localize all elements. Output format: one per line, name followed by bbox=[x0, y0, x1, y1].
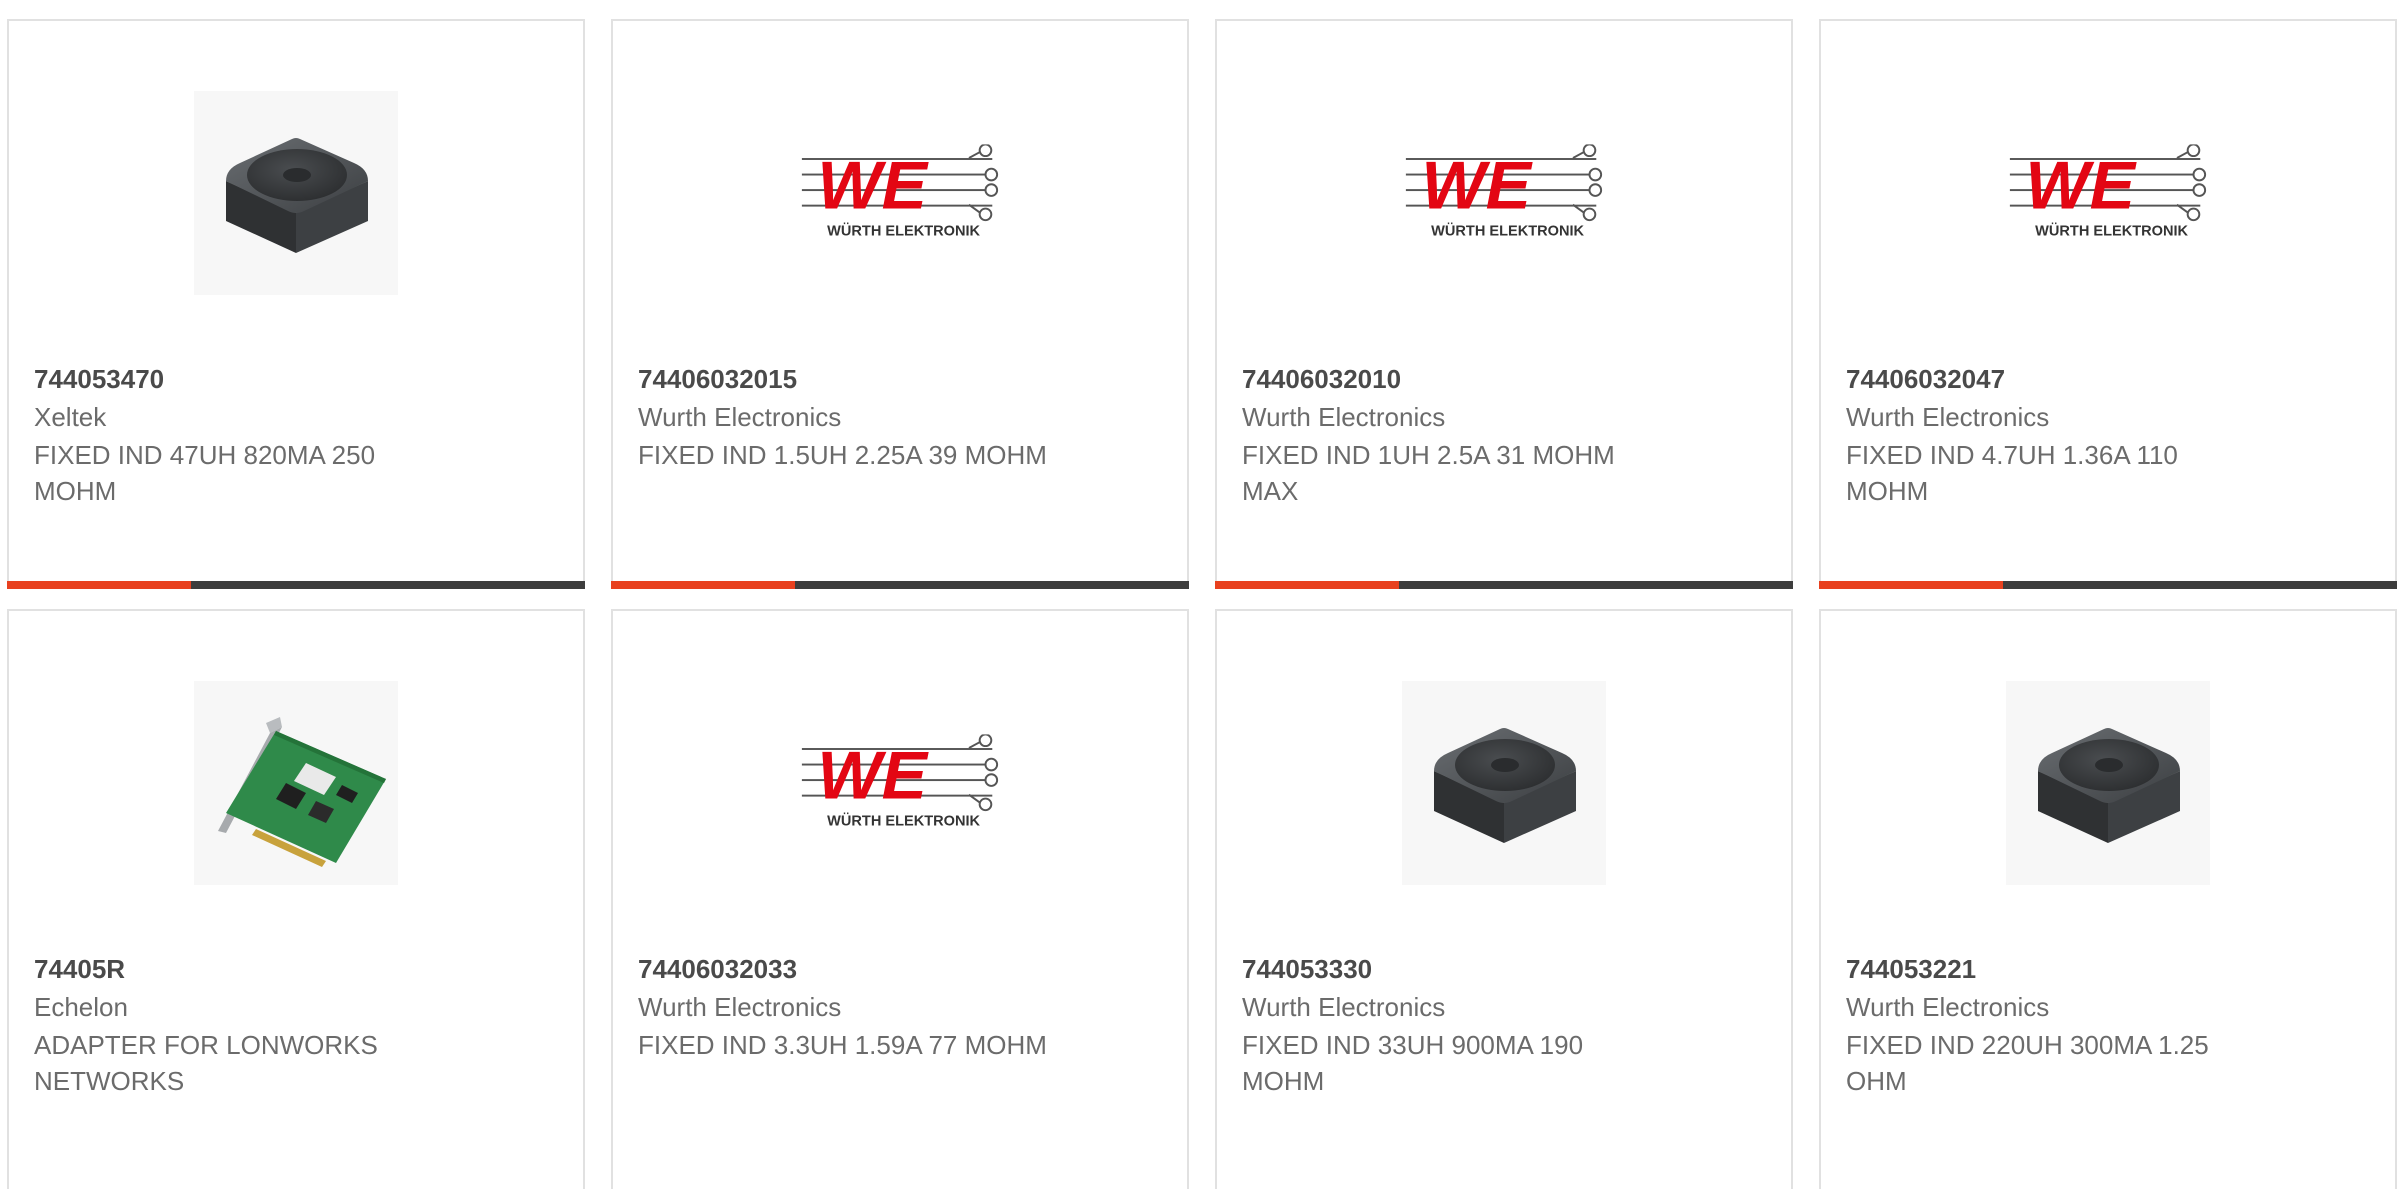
card-accent-bar bbox=[7, 581, 585, 589]
part-number[interactable]: 74406032047 bbox=[1846, 363, 2005, 395]
part-number[interactable]: 74406032010 bbox=[1242, 363, 1401, 395]
product-card[interactable]: 744053221 Wurth Electronics FIXED IND 22… bbox=[1819, 609, 2397, 1189]
manufacturer-name: Wurth Electronics bbox=[638, 992, 842, 1022]
product-description: FIXED IND 47UH 820MA 250 MOHM bbox=[34, 440, 376, 506]
manufacturer-name: Echelon bbox=[34, 992, 128, 1022]
logo-mark: WE bbox=[2025, 148, 2137, 224]
manufacturer-name: Wurth Electronics bbox=[1242, 402, 1446, 432]
logo-mark: WE bbox=[1421, 148, 1533, 224]
product-image: WE WÜRTH ELEKTRONIK bbox=[1402, 91, 1606, 295]
wurth-logo-icon: WE WÜRTH ELEKTRONIK bbox=[2006, 143, 2210, 240]
product-image: WE WÜRTH ELEKTRONIK bbox=[798, 91, 1002, 295]
logo-text: WÜRTH ELEKTRONIK bbox=[1431, 223, 1584, 240]
product-description: FIXED IND 1.5UH 2.25A 39 MOHM bbox=[638, 440, 1047, 470]
product-card[interactable]: WE WÜRTH ELEKTRONIK 74406032033 Wurth El… bbox=[611, 609, 1189, 1189]
product-card[interactable]: WE WÜRTH ELEKTRONIK 74406032010 Wurth El… bbox=[1215, 19, 1793, 589]
part-number[interactable]: 744053470 bbox=[34, 363, 164, 395]
manufacturer-name: Wurth Electronics bbox=[1846, 992, 2050, 1022]
product-grid: 744053470 Xeltek FIXED IND 47UH 820MA 25… bbox=[0, 0, 2400, 1189]
card-accent-fill bbox=[1819, 581, 2003, 589]
product-description: FIXED IND 220UH 300MA 1.25 OHM bbox=[1846, 1030, 2209, 1096]
card-accent-fill bbox=[7, 581, 191, 589]
product-card[interactable]: WE WÜRTH ELEKTRONIK 74406032047 Wurth El… bbox=[1819, 19, 2397, 589]
card-accent-bar bbox=[1819, 581, 2397, 589]
logo-mark: WE bbox=[817, 148, 929, 224]
product-card[interactable]: 744053470 Xeltek FIXED IND 47UH 820MA 25… bbox=[7, 19, 585, 589]
product-image bbox=[194, 91, 398, 295]
manufacturer-name: Xeltek bbox=[34, 402, 107, 432]
card-accent-bar bbox=[1215, 581, 1793, 589]
manufacturer-name: Wurth Electronics bbox=[1242, 992, 1446, 1022]
card-accent-fill bbox=[611, 581, 795, 589]
product-card[interactable]: WE WÜRTH ELEKTRONIK 74406032015 Wurth El… bbox=[611, 19, 1189, 589]
product-card[interactable]: 744053330 Wurth Electronics FIXED IND 33… bbox=[1215, 609, 1793, 1189]
manufacturer-name: Wurth Electronics bbox=[638, 402, 842, 432]
card-accent-fill bbox=[1215, 581, 1399, 589]
manufacturer-name: Wurth Electronics bbox=[1846, 402, 2050, 432]
product-description: ADAPTER FOR LONWORKS NETWORKS bbox=[34, 1030, 378, 1096]
part-number[interactable]: 74406032015 bbox=[638, 363, 797, 395]
product-image bbox=[1402, 681, 1606, 885]
product-description: FIXED IND 3.3UH 1.59A 77 MOHM bbox=[638, 1030, 1047, 1060]
part-number[interactable]: 74405R bbox=[34, 953, 125, 985]
logo-text: WÜRTH ELEKTRONIK bbox=[827, 813, 980, 830]
part-number[interactable]: 744053330 bbox=[1242, 953, 1372, 985]
wurth-logo-icon: WE WÜRTH ELEKTRONIK bbox=[1402, 143, 1606, 240]
inductor-icon bbox=[2008, 683, 2208, 883]
wurth-logo-icon: WE WÜRTH ELEKTRONIK bbox=[798, 733, 1002, 830]
pci-card-icon bbox=[196, 683, 396, 883]
product-card[interactable]: 74405R Echelon ADAPTER FOR LONWORKS NETW… bbox=[7, 609, 585, 1189]
product-description: FIXED IND 4.7UH 1.36A 110 MOHM bbox=[1846, 440, 2178, 506]
part-number[interactable]: 744053221 bbox=[1846, 953, 1976, 985]
part-number[interactable]: 74406032033 bbox=[638, 953, 797, 985]
inductor-icon bbox=[196, 93, 396, 293]
product-description: FIXED IND 1UH 2.5A 31 MOHM MAX bbox=[1242, 440, 1615, 506]
inductor-icon bbox=[1404, 683, 1604, 883]
card-accent-bar bbox=[611, 581, 1189, 589]
logo-text: WÜRTH ELEKTRONIK bbox=[2035, 223, 2188, 240]
logo-text: WÜRTH ELEKTRONIK bbox=[827, 223, 980, 240]
product-image: WE WÜRTH ELEKTRONIK bbox=[798, 681, 1002, 885]
product-description: FIXED IND 33UH 900MA 190 MOHM bbox=[1242, 1030, 1584, 1096]
product-image bbox=[194, 681, 398, 885]
logo-mark: WE bbox=[817, 738, 929, 814]
product-image: WE WÜRTH ELEKTRONIK bbox=[2006, 91, 2210, 295]
wurth-logo-icon: WE WÜRTH ELEKTRONIK bbox=[798, 143, 1002, 240]
product-image bbox=[2006, 681, 2210, 885]
